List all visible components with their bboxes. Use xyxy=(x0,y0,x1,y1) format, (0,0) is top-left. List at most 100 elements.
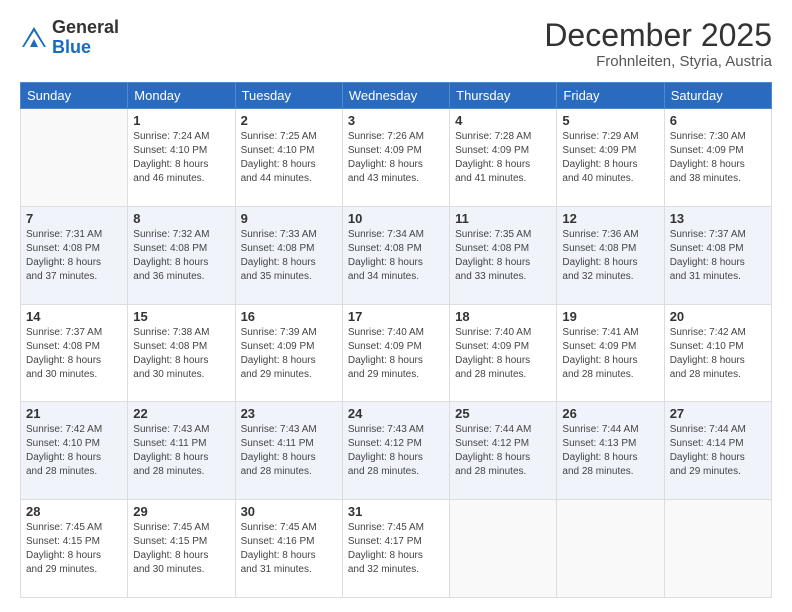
col-wednesday: Wednesday xyxy=(342,83,449,109)
day-info: Sunrise: 7:43 AMSunset: 4:11 PMDaylight:… xyxy=(241,423,337,479)
day-info: Sunrise: 7:35 AMSunset: 4:08 PMDaylight:… xyxy=(455,228,551,284)
day-number: 23 xyxy=(241,406,337,421)
day-info: Sunrise: 7:41 AMSunset: 4:09 PMDaylight:… xyxy=(562,326,658,382)
day-info: Sunrise: 7:37 AMSunset: 4:08 PMDaylight:… xyxy=(670,228,766,284)
table-row: 25 Sunrise: 7:44 AMSunset: 4:12 PMDayligh… xyxy=(450,402,557,500)
title-block: December 2025 Frohnleiten, Styria, Austr… xyxy=(544,18,772,70)
day-number: 29 xyxy=(133,504,229,519)
day-info: Sunrise: 7:38 AMSunset: 4:08 PMDaylight:… xyxy=(133,326,229,382)
logo-general-text: General xyxy=(52,18,119,38)
table-row xyxy=(664,500,771,598)
day-number: 8 xyxy=(133,211,229,226)
table-row: 3Sunrise: 7:26 AMSunset: 4:09 PMDaylight… xyxy=(342,109,449,207)
day-info: Sunrise: 7:33 AMSunset: 4:08 PMDaylight:… xyxy=(241,228,337,284)
day-number: 30 xyxy=(241,504,337,519)
calendar-table: Sunday Monday Tuesday Wednesday Thursday… xyxy=(20,82,772,598)
day-info: Sunrise: 7:24 AMSunset: 4:10 PMDaylight:… xyxy=(133,130,229,186)
col-saturday: Saturday xyxy=(664,83,771,109)
logo-icon xyxy=(20,25,48,53)
day-number: 6 xyxy=(670,113,766,128)
table-row: 24Sunrise: 7:43 AMSunset: 4:12 PMDayligh… xyxy=(342,402,449,500)
table-row: 17 Sunrise: 7:40 AMSunset: 4:09 PMDayligh… xyxy=(342,304,449,402)
day-number: 10 xyxy=(348,211,444,226)
calendar-week-row: 28 Sunrise: 7:45 AMSunset: 4:15 PMDayligh… xyxy=(21,500,772,598)
day-number: 9 xyxy=(241,211,337,226)
col-sunday: Sunday xyxy=(21,83,128,109)
table-row: 6 Sunrise: 7:30 AMSunset: 4:09 PMDaylight… xyxy=(664,109,771,207)
day-info: Sunrise: 7:45 AMSunset: 4:15 PMDaylight:… xyxy=(133,521,229,577)
table-row: 18Sunrise: 7:40 AMSunset: 4:09 PMDayligh… xyxy=(450,304,557,402)
day-number: 3 xyxy=(348,113,444,128)
table-row: 12Sunrise: 7:36 AMSunset: 4:08 PMDayligh… xyxy=(557,206,664,304)
table-row: 27 Sunrise: 7:44 AMSunset: 4:14 PMDayligh… xyxy=(664,402,771,500)
day-info: Sunrise: 7:44 AMSunset: 4:12 PMDaylight:… xyxy=(455,423,551,479)
day-info: Sunrise: 7:45 AMSunset: 4:15 PMDaylight:… xyxy=(26,521,122,577)
table-row: 29 Sunrise: 7:45 AMSunset: 4:15 PMDayligh… xyxy=(128,500,235,598)
location-subtitle: Frohnleiten, Styria, Austria xyxy=(544,53,772,70)
day-number: 19 xyxy=(562,309,658,324)
col-tuesday: Tuesday xyxy=(235,83,342,109)
day-info: Sunrise: 7:44 AMSunset: 4:13 PMDaylight:… xyxy=(562,423,658,479)
logo-blue-text: Blue xyxy=(52,38,119,58)
day-info: Sunrise: 7:42 AMSunset: 4:10 PMDaylight:… xyxy=(670,326,766,382)
day-info: Sunrise: 7:45 AMSunset: 4:16 PMDaylight:… xyxy=(241,521,337,577)
col-friday: Friday xyxy=(557,83,664,109)
day-number: 1 xyxy=(133,113,229,128)
table-row: 31 Sunrise: 7:45 AMSunset: 4:17 PMDayligh… xyxy=(342,500,449,598)
day-number: 27 xyxy=(670,406,766,421)
col-monday: Monday xyxy=(128,83,235,109)
day-info: Sunrise: 7:45 AMSunset: 4:17 PMDaylight:… xyxy=(348,521,444,577)
table-row xyxy=(21,109,128,207)
day-info: Sunrise: 7:34 AMSunset: 4:08 PMDaylight:… xyxy=(348,228,444,284)
calendar-week-row: 21Sunrise: 7:42 AMSunset: 4:10 PMDayligh… xyxy=(21,402,772,500)
day-info: Sunrise: 7:43 AMSunset: 4:12 PMDaylight:… xyxy=(348,423,444,479)
day-number: 22 xyxy=(133,406,229,421)
calendar-header-row: Sunday Monday Tuesday Wednesday Thursday… xyxy=(21,83,772,109)
table-row: 21Sunrise: 7:42 AMSunset: 4:10 PMDayligh… xyxy=(21,402,128,500)
day-info: Sunrise: 7:40 AMSunset: 4:09 PMDaylight:… xyxy=(348,326,444,382)
table-row: 9 Sunrise: 7:33 AMSunset: 4:08 PMDaylight… xyxy=(235,206,342,304)
table-row: 16Sunrise: 7:39 AMSunset: 4:09 PMDayligh… xyxy=(235,304,342,402)
day-info: Sunrise: 7:29 AMSunset: 4:09 PMDaylight:… xyxy=(562,130,658,186)
table-row: 28 Sunrise: 7:45 AMSunset: 4:15 PMDayligh… xyxy=(21,500,128,598)
table-row xyxy=(450,500,557,598)
table-row: 30 Sunrise: 7:45 AMSunset: 4:16 PMDayligh… xyxy=(235,500,342,598)
day-number: 21 xyxy=(26,406,122,421)
day-info: Sunrise: 7:43 AMSunset: 4:11 PMDaylight:… xyxy=(133,423,229,479)
day-number: 28 xyxy=(26,504,122,519)
table-row: 2Sunrise: 7:25 AMSunset: 4:10 PMDaylight… xyxy=(235,109,342,207)
table-row: 15 Sunrise: 7:38 AMSunset: 4:08 PMDayligh… xyxy=(128,304,235,402)
table-row: 11Sunrise: 7:35 AMSunset: 4:08 PMDayligh… xyxy=(450,206,557,304)
table-row: 19 Sunrise: 7:41 AMSunset: 4:09 PMDayligh… xyxy=(557,304,664,402)
day-number: 12 xyxy=(562,211,658,226)
day-number: 26 xyxy=(562,406,658,421)
day-number: 31 xyxy=(348,504,444,519)
day-info: Sunrise: 7:30 AMSunset: 4:09 PMDaylight:… xyxy=(670,130,766,186)
day-number: 20 xyxy=(670,309,766,324)
day-number: 5 xyxy=(562,113,658,128)
day-number: 4 xyxy=(455,113,551,128)
day-number: 7 xyxy=(26,211,122,226)
day-number: 2 xyxy=(241,113,337,128)
table-row: 13 Sunrise: 7:37 AMSunset: 4:08 PMDayligh… xyxy=(664,206,771,304)
day-number: 17 xyxy=(348,309,444,324)
table-row xyxy=(557,500,664,598)
day-number: 25 xyxy=(455,406,551,421)
table-row: 7Sunrise: 7:31 AMSunset: 4:08 PMDaylight… xyxy=(21,206,128,304)
month-title: December 2025 xyxy=(544,18,772,53)
logo: General Blue xyxy=(20,18,119,58)
header: General Blue December 2025 Frohnleiten, … xyxy=(20,18,772,70)
table-row: 26 Sunrise: 7:44 AMSunset: 4:13 PMDayligh… xyxy=(557,402,664,500)
day-info: Sunrise: 7:44 AMSunset: 4:14 PMDaylight:… xyxy=(670,423,766,479)
calendar-week-row: 14Sunrise: 7:37 AMSunset: 4:08 PMDayligh… xyxy=(21,304,772,402)
day-number: 13 xyxy=(670,211,766,226)
day-info: Sunrise: 7:39 AMSunset: 4:09 PMDaylight:… xyxy=(241,326,337,382)
day-number: 14 xyxy=(26,309,122,324)
table-row: 1 Sunrise: 7:24 AMSunset: 4:10 PMDaylight… xyxy=(128,109,235,207)
day-number: 15 xyxy=(133,309,229,324)
table-row: 23 Sunrise: 7:43 AMSunset: 4:11 PMDayligh… xyxy=(235,402,342,500)
day-info: Sunrise: 7:28 AMSunset: 4:09 PMDaylight:… xyxy=(455,130,551,186)
table-row: 5 Sunrise: 7:29 AMSunset: 4:09 PMDaylight… xyxy=(557,109,664,207)
table-row: 8Sunrise: 7:32 AMSunset: 4:08 PMDaylight… xyxy=(128,206,235,304)
table-row: 14Sunrise: 7:37 AMSunset: 4:08 PMDayligh… xyxy=(21,304,128,402)
